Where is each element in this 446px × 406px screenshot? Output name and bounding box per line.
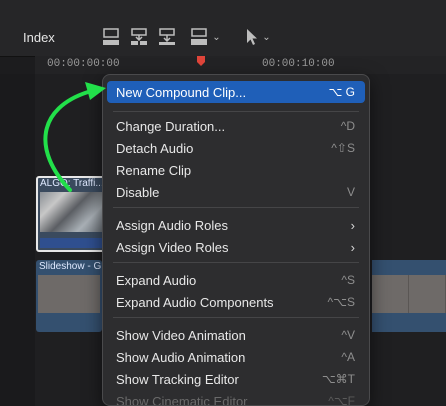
chevron-down-icon: ⌄ — [212, 31, 221, 43]
menu-item-shortcut: ^⌥S — [327, 295, 355, 309]
clip-thumbnail — [38, 275, 100, 313]
menu-item-detach-audio[interactable]: Detach Audio ^⇧S — [107, 137, 365, 159]
menu-item-assign-video-roles[interactable]: Assign Video Roles › — [107, 236, 365, 258]
menu-item-shortcut: ^V — [341, 328, 355, 342]
menu-item-label: Show Tracking Editor — [116, 371, 239, 387]
connect-clip-button[interactable] — [156, 26, 178, 48]
append-clip-button[interactable] — [100, 26, 122, 48]
menu-item-shortcut: V — [346, 185, 355, 199]
menu-item-label: Show Video Animation — [116, 327, 246, 343]
audio-waveform — [40, 238, 102, 248]
menu-separator — [113, 317, 359, 318]
overwrite-clip-icon — [191, 28, 208, 45]
menu-item-assign-audio-roles[interactable]: Assign Audio Roles › — [107, 214, 365, 236]
ruler-timecode: 00:00:00:00 — [47, 58, 120, 70]
menu-item-label: Detach Audio — [116, 140, 194, 156]
menu-item-label: Show Audio Animation — [116, 349, 246, 365]
menu-item-shortcut: ^A — [341, 350, 355, 364]
menu-item-expand-audio[interactable]: Expand Audio ^S — [107, 269, 365, 291]
connect-clip-icon — [159, 28, 175, 45]
menu-item-label: Change Duration... — [116, 118, 226, 134]
clip-thumbnail — [372, 275, 446, 313]
clip-slideshow-continued[interactable] — [372, 260, 446, 332]
menu-item-shortcut: ^D — [340, 119, 355, 133]
clip-context-menu: New Compound Clip... ⌥ G Change Duration… — [102, 74, 370, 406]
ruler-timecode: 00:00:10:00 — [262, 58, 335, 70]
thumbnail-frame — [409, 275, 446, 313]
clip-label: Slideshow - G — [39, 261, 102, 272]
select-tool-menu[interactable]: ⌄ — [243, 26, 273, 48]
submenu-chevron-icon: › — [350, 239, 355, 255]
insert-clip-button[interactable] — [128, 26, 150, 48]
thumbnail-frame — [372, 275, 409, 313]
playhead-marker[interactable] — [197, 56, 205, 70]
overwrite-clip-button[interactable]: ⌄ — [188, 26, 222, 48]
menu-item-disable[interactable]: Disable V — [107, 181, 365, 203]
menu-item-label: Show Cinematic Editor — [116, 393, 248, 406]
menu-item-label: Expand Audio Components — [116, 294, 274, 310]
timeline-toolbar: Index ⌄ ⌄ — [0, 0, 446, 57]
append-clip-icon — [103, 28, 119, 45]
menu-separator — [113, 262, 359, 263]
menu-item-show-video-animation[interactable]: Show Video Animation ^V — [107, 324, 365, 346]
menu-item-label: Assign Video Roles — [116, 239, 229, 255]
index-button[interactable]: Index — [23, 30, 55, 45]
clip-thumbnail — [40, 192, 102, 232]
menu-item-new-compound-clip[interactable]: New Compound Clip... ⌥ G — [107, 81, 365, 103]
clip-label: ALGO: Traffi... — [40, 178, 104, 189]
menu-item-show-cinematic-editor: Show Cinematic Editor ^⌥F — [107, 390, 365, 406]
select-tool-arrow-icon — [247, 29, 258, 45]
menu-item-label: Rename Clip — [116, 162, 192, 178]
menu-separator — [113, 207, 359, 208]
menu-item-shortcut: ^⇧S — [331, 141, 355, 155]
submenu-chevron-icon: › — [350, 217, 355, 233]
menu-item-shortcut: ⌥⌘T — [321, 372, 355, 386]
menu-item-label: Expand Audio — [116, 272, 197, 288]
clip-slideshow[interactable]: Slideshow - G — [36, 260, 102, 332]
menu-item-label: Assign Audio Roles — [116, 217, 229, 233]
menu-item-shortcut: ⌥ G — [328, 85, 356, 99]
clip-algo-traffic[interactable]: ALGO: Traffi... — [36, 176, 106, 252]
menu-item-label: Disable — [116, 184, 160, 200]
menu-item-rename-clip[interactable]: Rename Clip — [107, 159, 365, 181]
insert-clip-icon — [131, 28, 147, 45]
menu-item-shortcut: ^⌥F — [328, 394, 355, 406]
chevron-down-icon: ⌄ — [262, 31, 271, 43]
timeline-left-gutter — [0, 74, 35, 406]
menu-item-change-duration[interactable]: Change Duration... ^D — [107, 115, 365, 137]
timeline-ruler[interactable]: 00:00:00:00 00:00:10:00 — [35, 56, 446, 75]
menu-item-show-tracking-editor[interactable]: Show Tracking Editor ⌥⌘T — [107, 368, 365, 390]
menu-item-expand-audio-components[interactable]: Expand Audio Components ^⌥S — [107, 291, 365, 313]
menu-separator — [113, 111, 359, 112]
menu-item-show-audio-animation[interactable]: Show Audio Animation ^A — [107, 346, 365, 368]
menu-item-shortcut: ^S — [341, 273, 355, 287]
menu-item-label: New Compound Clip... — [116, 84, 247, 100]
